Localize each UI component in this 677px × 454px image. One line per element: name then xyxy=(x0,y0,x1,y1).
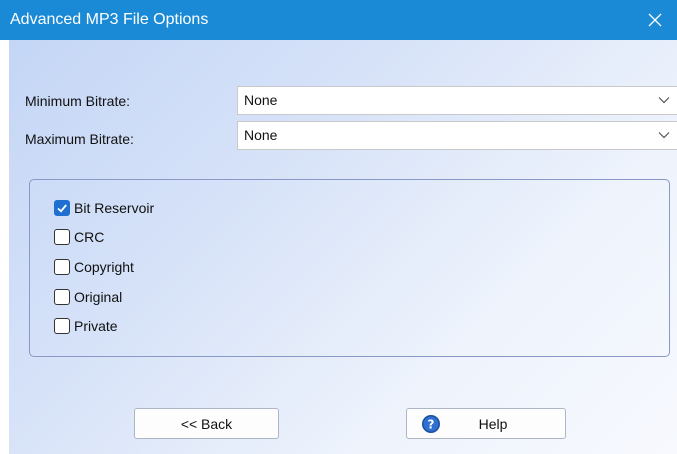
close-button[interactable] xyxy=(633,0,677,40)
help-button-label: Help xyxy=(478,415,508,432)
checkbox-box[interactable] xyxy=(54,318,70,334)
minimum-bitrate-label: Minimum Bitrate: xyxy=(25,93,131,109)
back-button-label: << Back xyxy=(180,415,233,432)
maximum-bitrate-label: Maximum Bitrate: xyxy=(25,131,134,147)
minimum-bitrate-select[interactable]: None xyxy=(237,86,677,115)
maximum-bitrate-select[interactable]: None xyxy=(237,121,677,150)
checkbox-box[interactable] xyxy=(54,259,70,275)
back-button[interactable]: << Back xyxy=(134,408,279,439)
original-checkbox[interactable]: Original xyxy=(54,287,122,307)
close-icon xyxy=(648,13,662,27)
dialog-body: Minimum Bitrate: None Maximum Bitrate: N… xyxy=(9,40,677,454)
maximum-bitrate-value: None xyxy=(244,127,278,143)
help-button[interactable]: ? Help xyxy=(406,408,566,439)
checkbox-label: Copyright xyxy=(74,259,134,275)
private-checkbox[interactable]: Private xyxy=(54,316,118,336)
checkbox-box[interactable] xyxy=(54,200,70,216)
checkbox-label: CRC xyxy=(74,229,105,245)
chevron-down-icon xyxy=(658,97,670,104)
checkbox-box[interactable] xyxy=(54,289,70,305)
checkbox-label: Private xyxy=(74,318,118,334)
checkbox-box[interactable] xyxy=(54,229,70,245)
chevron-down-icon xyxy=(658,132,670,139)
help-icon: ? xyxy=(422,415,440,433)
dialog-window: Advanced MP3 File Options Minimum Bitrat… xyxy=(0,0,677,454)
bit-reservoir-checkbox[interactable]: Bit Reservoir xyxy=(54,198,154,218)
copyright-checkbox[interactable]: Copyright xyxy=(54,257,134,277)
minimum-bitrate-value: None xyxy=(244,92,278,108)
checkmark-icon xyxy=(57,204,67,213)
checkbox-label: Original xyxy=(74,289,123,305)
svg-text:?: ? xyxy=(428,418,435,432)
title-bar[interactable]: Advanced MP3 File Options xyxy=(0,0,677,40)
window-title: Advanced MP3 File Options xyxy=(10,11,209,28)
crc-checkbox[interactable]: CRC xyxy=(54,227,104,247)
checkbox-label: Bit Reservoir xyxy=(74,200,155,216)
